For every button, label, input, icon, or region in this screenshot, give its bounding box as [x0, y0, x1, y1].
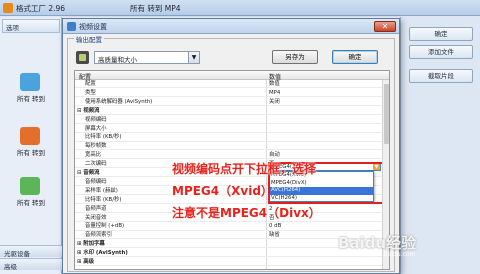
left-panel: 选项 所有 转到 所有 转到 所有 转到 光驱设备 高级: [0, 17, 62, 274]
grid-row-key: 关闭音效: [85, 214, 107, 221]
preset-icon: [76, 51, 89, 64]
grid-row-value: 缺省: [269, 232, 280, 239]
grid-row-key: 附加字幕: [77, 241, 105, 248]
grid-row-key: 高级: [77, 259, 94, 266]
grid-row-key: 二次编码: [85, 161, 107, 168]
grid-row-key: 音量控制 (+dB): [85, 223, 125, 230]
grid-row-key: 使用系统解码器 (AviSynth): [85, 98, 153, 105]
task-title: 所有 转到 MP4: [130, 4, 181, 13]
left-item-2[interactable]: 所有 转到: [3, 147, 59, 157]
grid-row-value: 关闭: [269, 98, 280, 105]
grid-row[interactable]: 视频编码: [75, 117, 389, 124]
audio-format-icon[interactable]: [20, 127, 40, 145]
grid-row-key: 配置: [85, 81, 96, 87]
grid-row-key: 类型: [85, 89, 96, 96]
grid-header: 配置 数值: [75, 71, 389, 81]
app-logo-icon: [3, 3, 13, 13]
grid-row[interactable]: 比特率 (KB/秒): [75, 134, 389, 142]
ok-button-bg[interactable]: 确定: [409, 27, 473, 41]
grid-row-key: 每秒帧数: [85, 143, 107, 150]
preset-row: 高质量和大小 ▼ 另存为 确定: [76, 50, 392, 66]
clip-button[interactable]: 截取片段: [409, 69, 473, 83]
grid-row-key: 水印 (AviSynth): [77, 250, 128, 257]
grid-row-key: 音频流: [77, 170, 99, 177]
grid-row-key: 视频编码: [85, 116, 107, 123]
grid-row-value: 数值: [269, 81, 280, 87]
grid-row-key: 音频声道: [85, 205, 107, 212]
add-file-button[interactable]: 添加文件: [409, 45, 473, 59]
grid-header-key: 配置: [79, 74, 92, 81]
grid-row-key: 视频流: [77, 108, 99, 115]
left-item-1[interactable]: 所有 转到: [3, 93, 59, 103]
annotation-line-1: 视频编码点开下拉框，选择: [172, 162, 317, 176]
save-as-button[interactable]: 另存为: [272, 50, 318, 64]
scrollbar-thumb[interactable]: [384, 84, 389, 144]
grid-section-row[interactable]: 视频流: [75, 108, 389, 115]
grid-row-key: 宽高比: [85, 152, 102, 159]
annotation-line-2: MPEG4（Xvid）: [172, 184, 273, 198]
chevron-down-icon[interactable]: ▼: [188, 52, 199, 63]
dialog-title: 视频设置: [79, 23, 107, 31]
grid-row-key: 音频流索引: [85, 232, 112, 239]
video-format-icon[interactable]: [20, 73, 40, 91]
grid-row[interactable]: 屏幕大小: [75, 126, 389, 133]
grid-row[interactable]: 每秒帧数: [75, 143, 389, 151]
app-title: 格式工厂 2.96: [16, 4, 66, 13]
grid-row[interactable]: 类型 MP4: [75, 89, 389, 98]
dialog-titlebar: 视频设置 ✕: [63, 19, 399, 34]
preset-select[interactable]: 高质量和大小 ▼: [94, 51, 200, 64]
preset-value: 高质量和大小: [98, 56, 137, 64]
left-item-3[interactable]: 所有 转到: [3, 197, 59, 207]
grid-header-value: 数值: [269, 74, 282, 81]
grid-row-key: 比特率 (KB/秒): [85, 196, 122, 203]
baidu-watermark: Baidu经验: [338, 234, 417, 252]
grid-row[interactable]: 使用系统解码器 (AviSynth) 关闭: [75, 99, 389, 106]
group-label: 输出配置: [74, 34, 104, 44]
grid-row[interactable]: 配置 数值: [75, 81, 389, 89]
image-format-icon[interactable]: [20, 177, 40, 195]
grid-row-key: 采样率 (赫兹): [85, 187, 118, 194]
close-icon[interactable]: ✕: [374, 21, 396, 32]
grid-row-value: MP4: [269, 89, 281, 96]
grid-row-key: 音频编码: [85, 178, 107, 185]
grid-row[interactable]: 宽高比 自动: [75, 152, 389, 160]
annotation-line-3: 注意不是MPEG4（Divx）: [172, 206, 321, 220]
dialog-icon: [67, 22, 76, 31]
advanced-tab[interactable]: 高级: [0, 258, 62, 271]
grid-row-value: 自动: [269, 152, 280, 159]
optical-drive-tab[interactable]: 光驱设备: [0, 245, 62, 258]
grid-row-key: 比特率 (KB/秒): [85, 134, 122, 141]
grid-row[interactable]: 音量控制 (+dB) 0 dB: [75, 223, 389, 231]
grid-section-row[interactable]: 高级: [75, 259, 389, 267]
ok-button[interactable]: 确定: [332, 50, 378, 64]
grid-row-key: 屏幕大小: [85, 125, 107, 132]
options-button[interactable]: 选项: [2, 19, 60, 33]
grid-row-value: 0 dB: [269, 223, 282, 230]
app-titlebar: 格式工厂 2.96 所有 转到 MP4: [0, 0, 480, 16]
watermark-url: jingyan.baidu.com: [360, 251, 416, 258]
